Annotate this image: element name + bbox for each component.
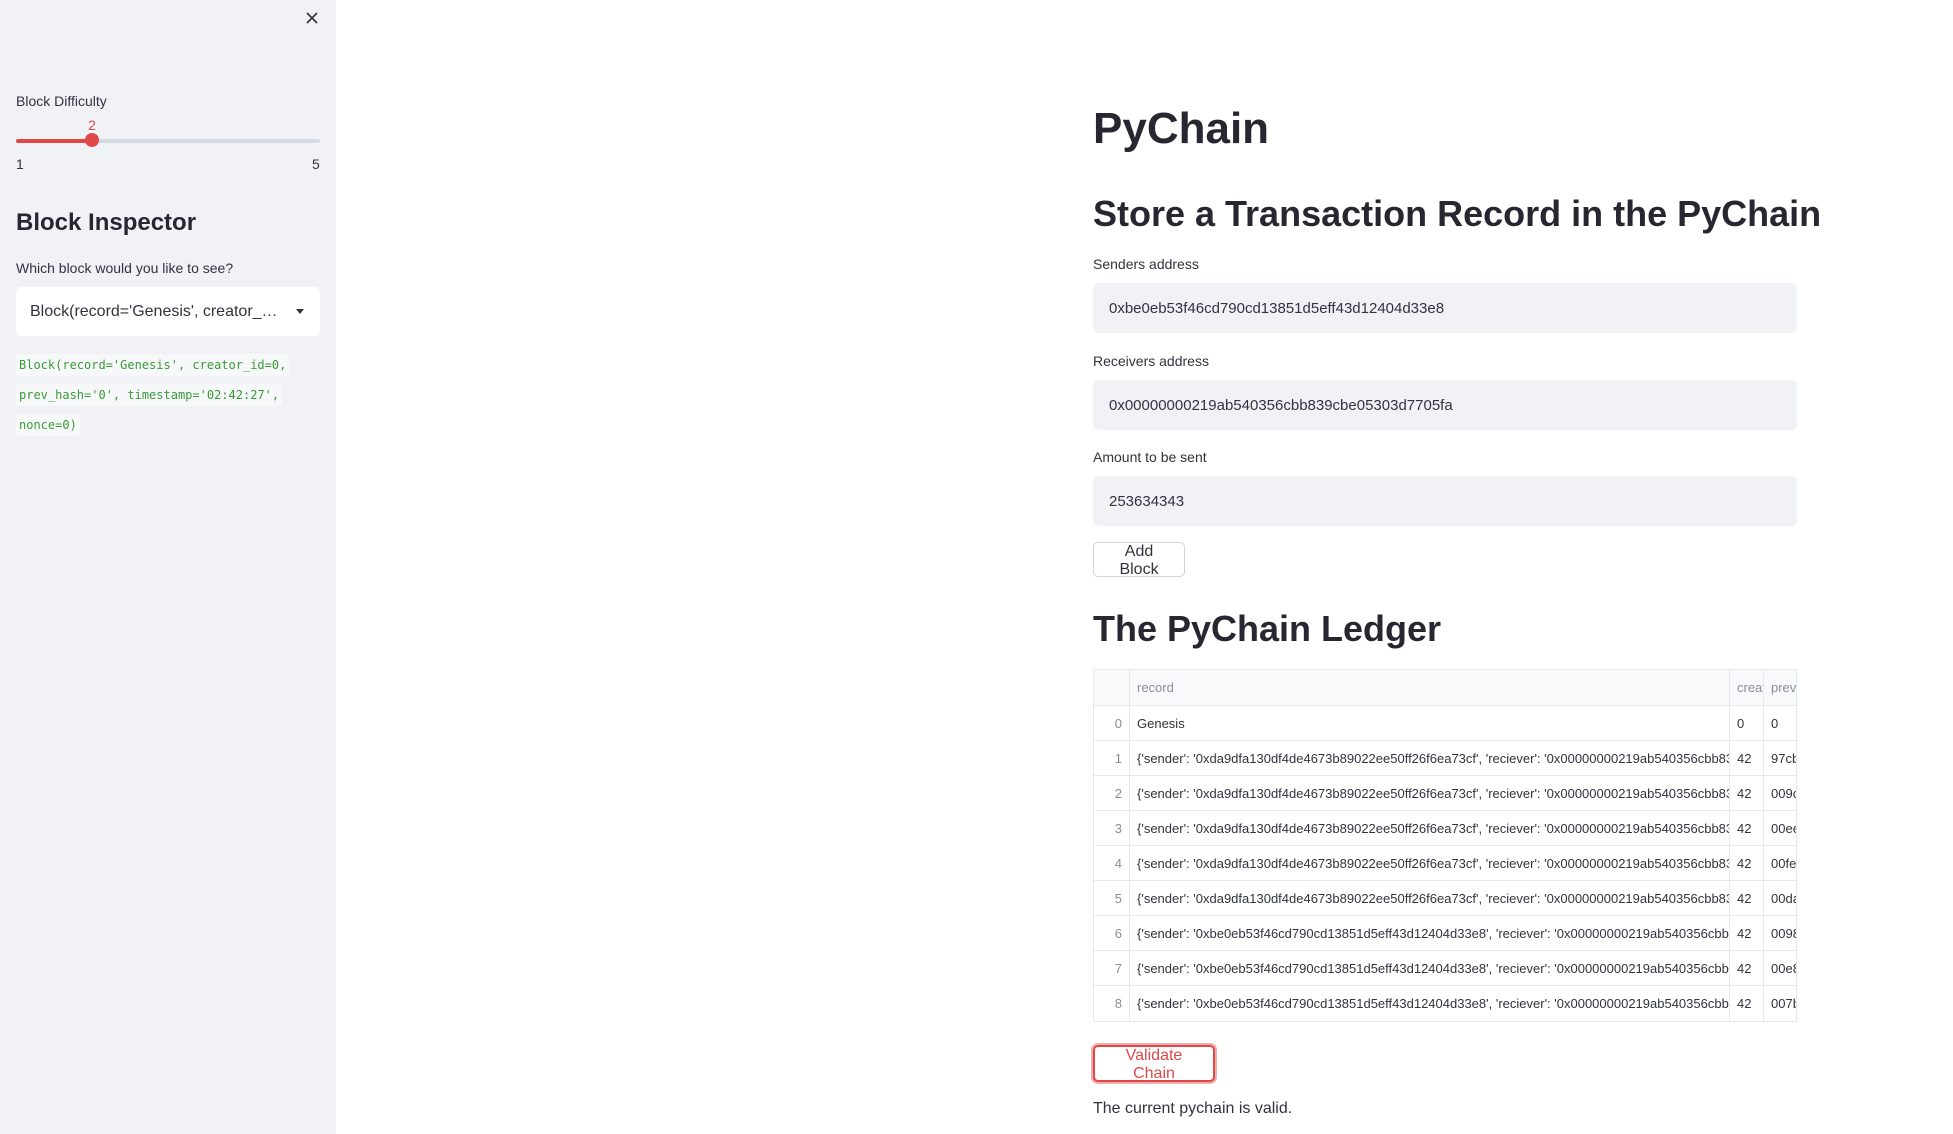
block-select-value: Block(record='Genesis', creator_id=0, pr… (30, 302, 280, 320)
ledger-heading: The PyChain Ledger (1093, 608, 1442, 649)
code-line: prev_hash='0', timestamp='02:42:27', (16, 384, 283, 406)
difficulty-slider[interactable] (16, 133, 320, 147)
record-cell[interactable]: {'sender': '0xbe0eb53f46cd790cd13851d5ef… (1130, 986, 1730, 1021)
receiver-address-input[interactable] (1093, 380, 1797, 430)
prev-hash-cell[interactable]: 007b (1764, 986, 1796, 1021)
receiver-label: Receivers address (1093, 353, 1209, 369)
validation-status: The current pychain is valid. (1093, 1100, 1293, 1117)
table-row[interactable]: 7 {'sender': '0xbe0eb53f46cd790cd13851d5e… (1094, 951, 1796, 986)
table-row[interactable]: 1 {'sender': '0xda9dfa130df4de4673b89022e… (1094, 741, 1796, 776)
row-index[interactable]: 2 (1094, 776, 1130, 810)
table-row[interactable]: 0 Genesis 0 0 (1094, 706, 1796, 741)
close-sidebar-button[interactable] (300, 6, 324, 30)
sidebar: Block Difficulty 2 1 5 Block Inspector W… (0, 0, 336, 1134)
difficulty-current-value: 2 (88, 117, 96, 133)
creator-id-cell[interactable]: 42 (1730, 986, 1764, 1021)
amount-label: Amount to be sent (1093, 449, 1207, 465)
table-row[interactable]: 8 {'sender': '0xbe0eb53f46cd790cd13851d5e… (1094, 986, 1796, 1021)
row-index[interactable]: 5 (1094, 881, 1130, 915)
block-inspector-heading: Block Inspector (16, 209, 197, 236)
record-cell[interactable]: {'sender': '0xda9dfa130df4de4673b89022ee… (1130, 811, 1730, 845)
block-select[interactable]: Block(record='Genesis', creator_id=0, pr… (16, 287, 320, 336)
row-index[interactable]: 3 (1094, 811, 1130, 845)
table-body: 0 Genesis 0 0 1 {'sender': '0xda9dfa130df4de4… (1094, 706, 1796, 1021)
section-heading-store: Store a Transaction Record in the PyChai… (1093, 193, 1822, 234)
record-cell[interactable]: {'sender': '0xda9dfa130df4de4673b89022ee… (1130, 846, 1730, 880)
difficulty-slider-fill (16, 139, 92, 143)
page-title: PyChain (1093, 104, 1270, 153)
close-icon (306, 12, 318, 24)
difficulty-label: Block Difficulty (16, 93, 107, 109)
record-cell[interactable]: {'sender': '0xbe0eb53f46cd790cd13851d5ef… (1130, 916, 1730, 950)
creator-id-cell[interactable]: 42 (1730, 846, 1764, 880)
code-line: Block(record='Genesis', creator_id=0, (16, 354, 290, 376)
difficulty-min-label: 1 (16, 156, 24, 172)
prev-hash-cell[interactable]: 00fe (1764, 846, 1796, 880)
prev-hash-cell[interactable]: 97cb (1764, 741, 1796, 775)
chevron-down-icon (296, 309, 304, 314)
table-row[interactable]: 2 {'sender': '0xda9dfa130df4de4673b89022e… (1094, 776, 1796, 811)
creator-id-cell[interactable]: 42 (1730, 776, 1764, 810)
prev-hash-cell[interactable]: 009c (1764, 776, 1796, 810)
validate-chain-button[interactable]: Validate Chain (1093, 1045, 1215, 1082)
creator-id-cell[interactable]: 42 (1730, 881, 1764, 915)
record-cell[interactable]: {'sender': '0xda9dfa130df4de4673b89022ee… (1130, 741, 1730, 775)
amount-input[interactable] (1093, 476, 1797, 526)
sender-label: Senders address (1093, 256, 1199, 272)
creator-id-cell[interactable]: 0 (1730, 706, 1764, 740)
creator-id-cell[interactable]: 42 (1730, 811, 1764, 845)
row-index[interactable]: 8 (1094, 986, 1130, 1021)
table-header-row: record creat prev (1094, 670, 1796, 706)
creator-id-cell[interactable]: 42 (1730, 741, 1764, 775)
table-row[interactable]: 6 {'sender': '0xbe0eb53f46cd790cd13851d5e… (1094, 916, 1796, 951)
prev-hash-cell[interactable]: 00e8 (1764, 951, 1796, 985)
header-record[interactable]: record (1130, 670, 1730, 705)
record-cell[interactable]: {'sender': '0xbe0eb53f46cd790cd13851d5ef… (1130, 951, 1730, 985)
difficulty-slider-thumb[interactable] (85, 133, 99, 147)
row-index[interactable]: 1 (1094, 741, 1130, 775)
row-index[interactable]: 6 (1094, 916, 1130, 950)
prev-hash-cell[interactable]: 0 (1764, 706, 1796, 740)
creator-id-cell[interactable]: 42 (1730, 951, 1764, 985)
prev-hash-cell[interactable]: 0098 (1764, 916, 1796, 950)
table-row[interactable]: 3 {'sender': '0xda9dfa130df4de4673b89022e… (1094, 811, 1796, 846)
table-row[interactable]: 4 {'sender': '0xda9dfa130df4de4673b89022e… (1094, 846, 1796, 881)
sender-address-input[interactable] (1093, 283, 1797, 333)
record-cell[interactable]: Genesis (1130, 706, 1730, 740)
row-index[interactable]: 7 (1094, 951, 1130, 985)
header-prev-hash[interactable]: prev (1764, 670, 1796, 705)
header-index (1094, 670, 1130, 705)
ledger-table[interactable]: record creat prev 0 Genesis 0 0 1 {'sender': … (1093, 669, 1797, 1022)
add-block-button[interactable]: Add Block (1093, 542, 1185, 578)
block-select-label: Which block would you like to see? (16, 260, 234, 276)
record-cell[interactable]: {'sender': '0xda9dfa130df4de4673b89022ee… (1130, 776, 1730, 810)
table-row[interactable]: 5 {'sender': '0xda9dfa130df4de4673b89022e… (1094, 881, 1796, 916)
block-details-code: Block(record='Genesis', creator_id=0, pr… (16, 354, 316, 444)
creator-id-cell[interactable]: 42 (1730, 916, 1764, 950)
difficulty-max-label: 5 (312, 156, 320, 172)
row-index[interactable]: 0 (1094, 706, 1130, 740)
row-index[interactable]: 4 (1094, 846, 1130, 880)
code-line: nonce=0) (16, 414, 80, 436)
record-cell[interactable]: {'sender': '0xda9dfa130df4de4673b89022ee… (1130, 881, 1730, 915)
header-creator-id[interactable]: creat (1730, 670, 1764, 705)
prev-hash-cell[interactable]: 00da (1764, 881, 1796, 915)
prev-hash-cell[interactable]: 00ee (1764, 811, 1796, 845)
